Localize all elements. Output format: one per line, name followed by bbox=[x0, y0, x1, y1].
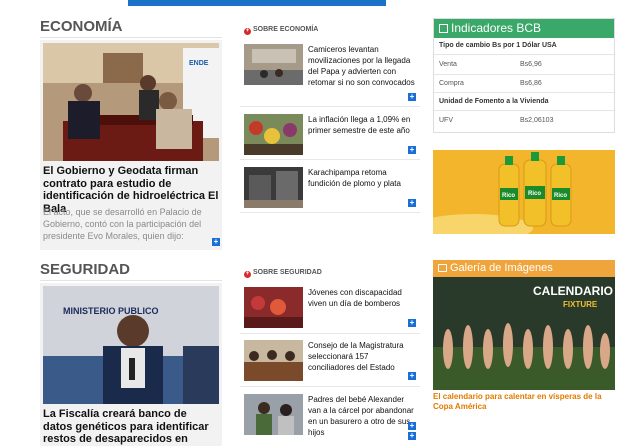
list-item[interactable]: Karachipampa retoma fundición de plomo y… bbox=[244, 167, 420, 209]
ufv-label: UFV bbox=[439, 117, 453, 124]
more-button[interactable]: + bbox=[408, 93, 416, 101]
news-headline[interactable]: Karachipampa retoma fundición de plomo y… bbox=[308, 167, 416, 189]
divider bbox=[240, 106, 420, 107]
news-headline[interactable]: Jóvenes con discapacidad viven un día de… bbox=[308, 287, 416, 309]
compra-label: Compra bbox=[439, 80, 464, 87]
divider bbox=[434, 92, 614, 93]
gallery-image-title: CALENDARIO bbox=[533, 284, 613, 298]
venta-value: Bs6,96 bbox=[520, 61, 542, 68]
gallery-image[interactable]: CALENDARIO FIXTURE bbox=[433, 277, 615, 390]
gallery-header[interactable]: Galería de Imágenes bbox=[433, 260, 615, 277]
section-divider bbox=[40, 280, 222, 281]
list-item[interactable]: Consejo de la Magistratura seleccionará … bbox=[244, 340, 420, 382]
sub-heading-seguridad: + SOBRE SEGURIDAD bbox=[244, 269, 322, 278]
news-thumbnail[interactable] bbox=[244, 44, 303, 85]
lead-excerpt-economia: El acto, que se desarrolló en Palacio de… bbox=[43, 207, 202, 241]
compra-value: Bs6,86 bbox=[520, 80, 542, 87]
brand-label: Rico bbox=[528, 191, 541, 197]
more-button[interactable]: + bbox=[408, 432, 416, 440]
news-thumbnail[interactable] bbox=[244, 340, 303, 381]
divider bbox=[434, 74, 614, 75]
photo-banner-text: MINISTERIO PUBLICO bbox=[63, 306, 159, 316]
advertisement-banner[interactable]: Rico Rico Rico bbox=[433, 150, 615, 234]
list-item[interactable]: La inflación llega a 1,09% en primer sem… bbox=[244, 114, 420, 156]
bullet-icon: + bbox=[244, 271, 251, 278]
exchange-label: Tipo de cambio Bs por 1 Dólar USA bbox=[439, 42, 557, 49]
camera-icon bbox=[438, 264, 447, 272]
divider bbox=[434, 54, 614, 55]
divider bbox=[240, 212, 420, 213]
brand-label: Rico bbox=[554, 193, 567, 199]
section-title-economia[interactable]: ECONOMÍA bbox=[40, 18, 123, 35]
svg-text:ENDE: ENDE bbox=[189, 60, 209, 67]
gallery-panel: Galería de Imágenes CALENDARIO FIXTURE bbox=[433, 260, 615, 390]
news-headline[interactable]: Consejo de la Magistratura seleccionará … bbox=[308, 340, 416, 373]
news-headline[interactable]: Camiceros levantan movilizaciones por la… bbox=[308, 44, 420, 88]
gallery-image-subtitle: FIXTURE bbox=[563, 300, 598, 309]
list-item[interactable]: Padres del bebé Alexander van a la cárce… bbox=[244, 394, 420, 442]
list-item[interactable]: Camiceros levantan movilizaciones por la… bbox=[244, 44, 420, 102]
gallery-caption[interactable]: El calendario para calentar en vísperas … bbox=[433, 392, 615, 412]
more-button[interactable]: + bbox=[408, 199, 416, 207]
more-button[interactable]: + bbox=[408, 319, 416, 327]
sub-heading-economia: + SOBRE ECONOMÍA bbox=[244, 26, 319, 35]
section-divider bbox=[40, 37, 222, 38]
more-button[interactable]: + bbox=[408, 146, 416, 154]
top-banner[interactable] bbox=[128, 0, 386, 6]
lead-title-seguridad[interactable]: La Fiscalía creará banco de datos genéti… bbox=[43, 408, 219, 446]
news-headline[interactable]: La inflación llega a 1,09% en primer sem… bbox=[308, 114, 416, 136]
news-thumbnail[interactable] bbox=[244, 287, 303, 328]
divider bbox=[240, 386, 420, 387]
news-thumbnail[interactable] bbox=[244, 167, 303, 208]
lead-photo-economia[interactable]: ENDE bbox=[43, 43, 219, 161]
more-button[interactable]: + bbox=[408, 372, 416, 380]
section-title-seguridad[interactable]: SEGURIDAD bbox=[40, 261, 130, 278]
bcb-indicators-panel: Indicadores BCB Tipo de cambio Bs por 1 … bbox=[433, 18, 615, 133]
bcb-header: Indicadores BCB bbox=[434, 19, 614, 38]
ufv-heading: Unidad de Fomento a la Vivienda bbox=[439, 98, 549, 105]
list-item[interactable]: Jóvenes con discapacidad viven un día de… bbox=[244, 287, 420, 329]
divider bbox=[434, 110, 614, 111]
brand-label: Rico bbox=[502, 193, 515, 199]
news-thumbnail[interactable] bbox=[244, 394, 303, 435]
lead-photo-seguridad[interactable]: MINISTERIO PUBLICO bbox=[43, 286, 219, 404]
more-button[interactable]: + bbox=[212, 238, 220, 246]
bullet-icon: + bbox=[244, 28, 251, 35]
ufv-value: Bs2,06103 bbox=[520, 117, 554, 124]
news-headline[interactable]: Padres del bebé Alexander van a la cárce… bbox=[308, 394, 416, 438]
venta-label: Venta bbox=[439, 61, 457, 68]
divider bbox=[240, 159, 420, 160]
divider bbox=[240, 333, 420, 334]
chart-icon bbox=[439, 24, 448, 33]
news-thumbnail[interactable] bbox=[244, 114, 303, 155]
more-button[interactable]: + bbox=[408, 422, 416, 430]
